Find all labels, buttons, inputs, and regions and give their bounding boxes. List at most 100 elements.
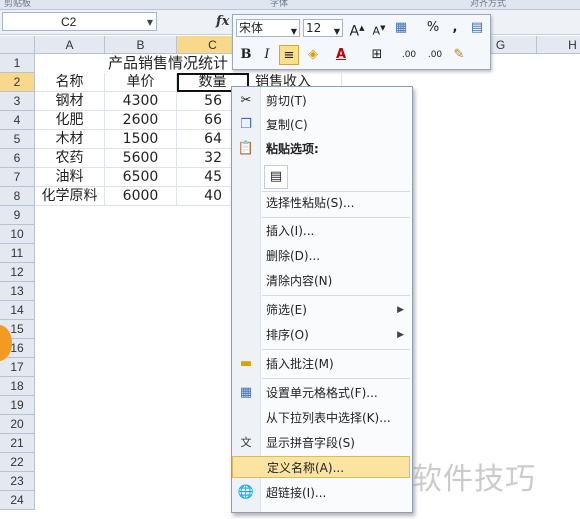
menu-item-format-cells[interactable]: ▦ 设置单元格格式(F)... [232,382,412,404]
menu-item-sort[interactable]: 排序(O) ▶ [232,324,412,346]
menu-item-label: 设置单元格格式(F)... [266,386,378,400]
ribbon-group-strip: 剪贴板 字体 对齐方式 [0,0,580,10]
menu-item-clear-contents[interactable]: 清除内容(N) [232,270,412,292]
cell-name[interactable]: 化肥 [35,111,105,130]
row-header[interactable]: 19 [0,396,35,415]
cell-price[interactable]: 6000 [105,187,177,206]
header-cell-name[interactable]: 名称 [35,73,105,92]
row-header[interactable]: 18 [0,377,35,396]
decrease-decimal-button[interactable]: .00 [425,45,445,65]
font-size-select[interactable]: 12 ▼ [303,19,343,37]
menu-item-label: 显示拼音字段(S) [266,436,355,450]
sheet-title-cell[interactable]: 产品销售情况统计 [108,54,228,73]
chevron-right-icon: ▶ [397,330,404,340]
menu-item-label: 插入批注(M) [266,357,334,371]
insert-function-icon[interactable]: fx [216,14,229,29]
format-table-icon[interactable]: ▤ [467,18,487,38]
paste-option-icon[interactable]: ▤ [264,165,288,189]
mini-toolbar: 宋体 ▼ 12 ▼ A▲ A▼ ▦ % , ▤ B I ≡ ◈ A ⊞ .00 … [232,14,491,70]
row-header[interactable]: 8 [0,187,35,206]
column-header-b[interactable]: B [105,36,177,54]
menu-item-copy[interactable]: ❐ 复制(C) [232,114,412,136]
row-header[interactable]: 11 [0,244,35,263]
cell-price[interactable]: 5600 [105,149,177,168]
cell-name[interactable]: 钢材 [35,92,105,111]
menu-item-hyperlink[interactable]: 🌐 超链接(I)... [232,482,412,504]
cell-name[interactable]: 油料 [35,168,105,187]
menu-item-insert[interactable]: 插入(I)... [232,220,412,242]
cell-name[interactable]: 木材 [35,130,105,149]
row-header[interactable]: 24 [0,491,35,510]
fill-color-icon[interactable]: ◈ [303,45,323,65]
borders-icon[interactable]: ⊞ [367,45,387,65]
font-name-select[interactable]: 宋体 ▼ [236,19,300,37]
shrink-font-label: A [372,24,381,38]
menu-item-pick-from-list[interactable]: 从下拉列表中选择(K)... [232,407,412,429]
scissors-icon: ✂ [240,93,252,108]
menu-item-insert-comment[interactable]: ▬ 插入批注(M) [232,353,412,375]
cell-price[interactable]: 4300 [105,92,177,111]
row-header[interactable]: 6 [0,149,35,168]
ribbon-group-font: 字体 [270,0,289,9]
row-header[interactable]: 12 [0,263,35,282]
percent-style-button[interactable]: % [423,18,443,38]
menu-item-label: 剪切(T) [266,94,307,108]
grow-font-label: A [349,23,360,40]
row-header[interactable]: 21 [0,434,35,453]
bold-button[interactable]: B [236,45,256,65]
accounting-format-icon[interactable]: ▦ [391,18,411,38]
column-header-h[interactable]: H [537,36,580,54]
menu-item-define-name[interactable]: 定义名称(A)... [232,456,410,478]
row-header[interactable]: 9 [0,206,35,225]
menu-item-paste-special[interactable]: 选择性粘贴(S)... [232,192,412,214]
menu-item-filter[interactable]: 筛选(E) ▶ [232,299,412,321]
row-header[interactable]: 14 [0,301,35,320]
row-header[interactable]: 22 [0,453,35,472]
grow-font-button[interactable]: A▲ [347,18,367,40]
row-header[interactable]: 10 [0,225,35,244]
cell-price[interactable]: 2600 [105,111,177,130]
align-center-icon[interactable]: ≡ [279,45,299,65]
header-cell-price[interactable]: 单价 [105,73,177,92]
phonetic-icon: 文 [240,436,252,449]
comma-style-button[interactable]: , [445,18,465,38]
watermark-text: 软件技巧 [412,462,536,497]
menu-item-show-phonetic[interactable]: 文 显示拼音字段(S) [232,432,412,454]
chevron-down-icon[interactable]: ▼ [334,24,340,40]
select-all-corner[interactable] [0,36,35,54]
menu-item-cut[interactable]: ✂ 剪切(T) [232,90,412,112]
font-color-button[interactable]: A [331,45,351,65]
copy-icon: ❐ [240,117,252,132]
chevron-down-icon[interactable]: ▼ [147,18,153,27]
row-header[interactable]: 17 [0,358,35,377]
row-header[interactable]: 1 [0,54,35,73]
font-name-value: 宋体 [239,21,264,35]
menu-item-label: 插入(I)... [266,224,315,238]
format-painter-icon[interactable]: ✎ [449,45,469,65]
shrink-font-button[interactable]: A▼ [369,18,389,38]
format-cells-icon: ▦ [239,385,253,400]
menu-item-paste-options: 📋 粘贴选项: [232,138,412,160]
name-box-value: C2 [61,15,77,29]
row-header[interactable]: 23 [0,472,35,491]
column-header-a[interactable]: A [35,36,105,54]
row-header[interactable]: 2 [0,73,35,92]
row-header[interactable]: 4 [0,111,35,130]
clipboard-icon: 📋 [237,141,255,156]
cell-name[interactable]: 农药 [35,149,105,168]
italic-button[interactable]: I [257,45,277,65]
cell-price[interactable]: 1500 [105,130,177,149]
menu-separator [262,295,410,296]
row-header[interactable]: 7 [0,168,35,187]
row-header[interactable]: 13 [0,282,35,301]
chevron-down-icon[interactable]: ▼ [291,24,297,40]
cell-name[interactable]: 化学原料 [35,187,105,206]
menu-item-label: 粘贴选项: [266,142,319,156]
cell-price[interactable]: 6500 [105,168,177,187]
row-header[interactable]: 3 [0,92,35,111]
row-header[interactable]: 5 [0,130,35,149]
increase-decimal-button[interactable]: .00 [399,45,419,65]
menu-item-delete[interactable]: 删除(D)... [232,245,412,267]
name-box[interactable]: C2 ▼ [2,12,157,31]
row-header[interactable]: 20 [0,415,35,434]
